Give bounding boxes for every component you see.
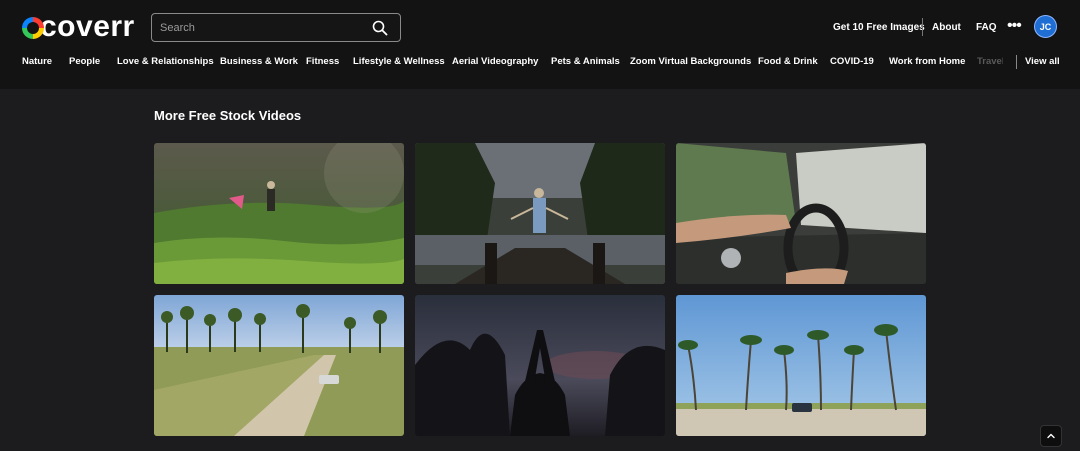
search-box — [151, 13, 401, 42]
video-thumbnail-icon — [154, 295, 404, 436]
chevron-up-icon — [1047, 433, 1055, 439]
category-lifestyle-wellness[interactable]: Lifestyle & Wellness — [353, 56, 445, 68]
category-zoom-backgrounds[interactable]: Zoom Virtual Backgrounds — [630, 56, 751, 68]
video-thumbnail-icon — [676, 143, 926, 284]
category-fitness[interactable]: Fitness — [306, 56, 339, 68]
video-thumbnail-icon — [415, 143, 665, 284]
video-thumbnail-driving[interactable] — [676, 143, 926, 284]
avatar[interactable]: JC — [1034, 15, 1057, 38]
category-business-work[interactable]: Business & Work — [220, 56, 298, 68]
category-work-from-home[interactable]: Work from Home — [889, 56, 965, 68]
faq-link[interactable]: FAQ — [976, 20, 997, 36]
category-travel[interactable]: Travel — [977, 56, 1003, 68]
logo-text: coverr — [40, 10, 135, 43]
video-thumbnail-dock[interactable] — [415, 143, 665, 284]
more-options-icon[interactable]: ••• — [1007, 18, 1022, 35]
header-divider — [922, 18, 923, 36]
category-pets-animals[interactable]: Pets & Animals — [551, 56, 620, 68]
video-thumbnail-palms[interactable] — [676, 295, 926, 436]
get-free-images-link[interactable]: Get 10 Free Images — [833, 20, 925, 36]
category-love-relationships[interactable]: Love & Relationships — [117, 56, 214, 68]
category-divider — [1016, 55, 1017, 69]
search-icon[interactable] — [372, 20, 388, 36]
coverr-logo[interactable]: coverr — [22, 11, 135, 43]
category-covid-19[interactable]: COVID-19 — [830, 56, 874, 68]
category-food-drink[interactable]: Food & Drink — [758, 56, 818, 68]
category-nature[interactable]: Nature — [22, 56, 52, 68]
about-link[interactable]: About — [932, 20, 961, 36]
video-thumbnail-icon — [154, 143, 404, 284]
category-aerial-videography[interactable]: Aerial Videography — [452, 56, 538, 68]
scroll-to-top-button[interactable] — [1040, 425, 1062, 447]
category-people[interactable]: People — [69, 56, 100, 68]
search-input[interactable] — [160, 18, 360, 38]
video-thumbnail-icon — [415, 295, 665, 436]
section-title: More Free Stock Videos — [154, 108, 302, 123]
view-all-link[interactable]: View all — [1025, 56, 1060, 68]
video-thumbnail-icon — [676, 295, 926, 436]
logo-mark-icon — [22, 17, 44, 39]
video-thumbnail-road[interactable] — [154, 295, 404, 436]
video-thumbnail-kite[interactable] — [154, 143, 404, 284]
top-navigation: coverr Get 10 Free Images About FAQ ••• … — [0, 0, 1080, 89]
video-thumbnail-silhouette[interactable] — [415, 295, 665, 436]
